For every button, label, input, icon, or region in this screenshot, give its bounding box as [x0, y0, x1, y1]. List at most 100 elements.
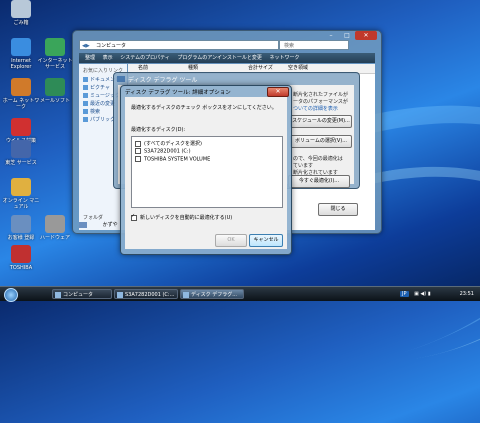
fav-recent[interactable]: 最近の変更 — [83, 100, 115, 107]
status-bar: かずや — [79, 221, 119, 231]
folder-icon — [83, 93, 88, 98]
desktop-icon-label: TOSHIBA — [9, 265, 33, 271]
fav-public[interactable]: パブリック — [83, 116, 115, 123]
disk-item-all[interactable]: (すべてのディスクを選択) — [135, 140, 202, 147]
desktop-icon[interactable]: メールソフト — [36, 78, 74, 104]
checkbox[interactable] — [135, 148, 141, 154]
desktop-icon-label: オンライン マニュアル — [2, 198, 40, 210]
task-computer[interactable]: コンピュータ — [52, 289, 112, 299]
toolbar-network[interactable]: ネットワーク — [270, 55, 300, 61]
app-icon — [11, 178, 31, 196]
clock[interactable]: 23:51 — [460, 289, 474, 299]
defrag-close-button[interactable]: 閉じる — [318, 203, 358, 216]
desktop-icon[interactable]: ごみ箱 — [2, 0, 40, 26]
address-bar[interactable]: ◀▶ コンピュータ — [79, 40, 279, 50]
folder-icon — [83, 117, 88, 122]
desktop-icon-label: インターネット サービス — [37, 58, 73, 70]
app-icon — [45, 78, 65, 96]
desktop-icon[interactable]: お客様 登録 — [2, 215, 40, 241]
desktop-icon[interactable]: Internet Explorer — [2, 38, 40, 70]
fav-search[interactable]: 検索 — [83, 108, 100, 115]
toolbar-system-properties[interactable]: システムのプロパティ — [120, 55, 170, 61]
fav-pictures[interactable]: ピクチャ — [83, 84, 110, 91]
task-drive-c[interactable]: S3A7282D001 (C:... — [114, 289, 178, 299]
app-icon — [11, 140, 31, 158]
taskbar: コンピュータ S3A7282D001 (C:... ディスク デフラグ... J… — [0, 286, 480, 302]
auto-defrag-checkbox[interactable] — [131, 213, 137, 221]
ok-button[interactable]: OK — [215, 234, 247, 247]
folder-icon — [83, 109, 88, 114]
checkbox[interactable] — [135, 140, 141, 147]
defrag-text: ています — [293, 163, 314, 169]
dialog-close-button[interactable]: ✕ — [267, 87, 289, 97]
folders-toggle[interactable]: フォルダ — [83, 214, 103, 221]
dialog-body: 最適化するディスクのチェック ボックスをオンにしてください。 最適化するディスク… — [125, 97, 287, 249]
cancel-button[interactable]: キャンセル — [249, 234, 283, 247]
defrag-title: ディスク デフラグ ツール — [128, 77, 198, 84]
network-icon[interactable]: ▣ — [414, 291, 419, 297]
folder-icon — [55, 292, 61, 298]
defrag-icon — [117, 76, 125, 82]
toolbar-organize[interactable]: 整理 — [85, 55, 95, 61]
search-input[interactable]: 検索 — [279, 40, 349, 50]
auto-defrag-option[interactable]: 新しいディスクを自動的に最適化する(U) — [131, 213, 232, 221]
close-button[interactable]: ✕ — [355, 31, 377, 40]
desktop-icon-label: ごみ箱 — [13, 20, 29, 26]
app-icon — [45, 38, 65, 56]
task-defrag[interactable]: ディスク デフラグ... — [180, 289, 244, 299]
app-icon — [45, 215, 65, 233]
language-indicator[interactable]: JP — [400, 291, 409, 297]
maximize-button[interactable]: □ — [339, 31, 355, 40]
back-forward-icon[interactable]: ◀▶ — [82, 41, 90, 51]
defrag-text: ータのパフォーマンスが — [293, 99, 348, 105]
desktop-icon[interactable]: 東芝 サービス — [2, 140, 40, 166]
address-text: コンピュータ — [96, 43, 127, 49]
desktop-icon-label: ホーム ネットワーク — [2, 98, 40, 110]
status-user: かずや — [102, 222, 118, 228]
app-icon — [11, 0, 31, 18]
disk-list[interactable]: (すべてのディスクを選択) S3A7282D001 (C:) TOSHIBA S… — [131, 136, 283, 208]
disk-list-label: 最適化するディスク(D): — [131, 127, 186, 133]
app-icon — [11, 78, 31, 96]
desktop-icon-label: お客様 登録 — [7, 235, 35, 241]
select-volumes-button[interactable]: ボリュームの選択(V)... — [290, 135, 352, 148]
disk-item-system-volume[interactable]: TOSHIBA SYSTEM VOLUME — [135, 156, 210, 163]
desktop-icon[interactable]: TOSHIBA — [2, 245, 40, 271]
defrag-text: 断片化されたファイルが — [293, 92, 349, 98]
app-icon — [11, 38, 31, 56]
search-placeholder: 検索 — [284, 43, 295, 49]
minimize-button[interactable]: – — [323, 31, 339, 40]
defrag-info-link[interactable]: ついての詳細を表示 — [293, 105, 338, 112]
app-icon — [11, 215, 31, 233]
modify-schedule-button[interactable]: スケジュールの変更(M)... — [290, 115, 352, 128]
desktop-icon-label: ハードウェア — [39, 235, 70, 241]
explorer-toolbar: 整理 表示 システムのプロパティ プログラムのアンインストールと変更 ネットワー… — [79, 53, 375, 63]
desktop-icon[interactable]: ハードウェア — [36, 215, 74, 241]
desktop-icon-label: Internet Explorer — [10, 58, 32, 70]
defragment-now-button[interactable]: 今すぐ最適化(I)... — [288, 175, 350, 188]
folder-icon — [83, 101, 88, 106]
desktop-icon[interactable]: ホーム ネットワーク — [2, 78, 40, 110]
app-icon — [11, 118, 31, 136]
defrag-text: ので、今回の最適化は — [293, 156, 343, 162]
desktop-icon-label: メールソフト — [39, 98, 70, 104]
dialog-instruction: 最適化するディスクのチェック ボックスをオンにしてください。 — [131, 105, 277, 111]
folder-icon — [83, 85, 88, 90]
defrag-icon — [183, 292, 189, 298]
desktop-icon[interactable]: オンライン マニュアル — [2, 178, 40, 210]
dialog-title: ディスク デフラグ ツール: 詳細オプション — [125, 90, 231, 96]
computer-icon — [79, 221, 87, 228]
battery-icon[interactable]: ▮ — [428, 291, 431, 297]
toolbar-uninstall[interactable]: プログラムのアンインストールと変更 — [177, 55, 262, 61]
app-icon — [11, 245, 31, 263]
desktop-icon[interactable]: インターネット サービス — [36, 38, 74, 70]
toolbar-view[interactable]: 表示 — [103, 55, 113, 61]
folder-icon — [83, 77, 88, 82]
checkbox[interactable] — [135, 156, 141, 162]
volume-icon[interactable]: ◀) — [420, 291, 426, 297]
drive-icon — [117, 292, 123, 298]
system-tray: JP ▣ ◀) ▮ 23:51 — [400, 289, 476, 299]
disk-item-c[interactable]: S3A7282D001 (C:) — [135, 148, 191, 155]
advanced-options-dialog[interactable]: ディスク デフラグ ツール: 詳細オプション ✕ 最適化するディスクのチェック … — [120, 85, 292, 255]
desktop-icon-label: 東芝 サービス — [5, 160, 37, 166]
